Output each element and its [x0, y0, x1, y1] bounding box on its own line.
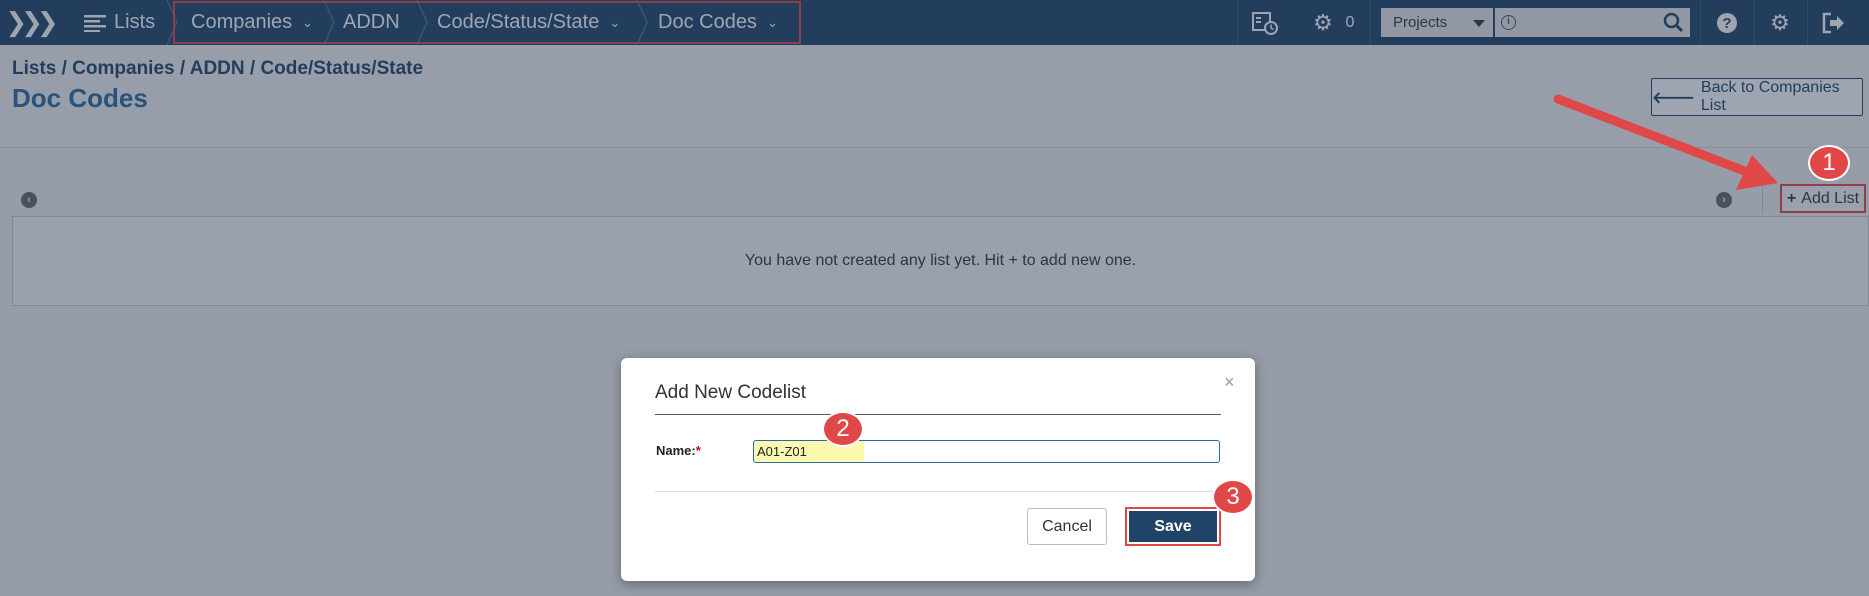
annotation-step-3: 3	[1212, 479, 1254, 515]
save-button-label: Save	[1129, 511, 1217, 542]
annotation-arrow-icon	[1553, 94, 1778, 190]
required-mark: *	[695, 443, 701, 458]
modal-footer-divider	[655, 491, 1221, 492]
save-button[interactable]: Save	[1125, 507, 1221, 546]
modal-title-divider	[655, 414, 1221, 415]
name-field-label: Name:*	[656, 443, 701, 458]
name-label-text: Name:	[656, 443, 696, 458]
add-codelist-modal: Add New Codelist × Name:* Cancel Save	[621, 358, 1255, 581]
modal-title: Add New Codelist	[655, 382, 807, 403]
annotation-step-1: 1	[1808, 145, 1850, 181]
close-icon[interactable]: ×	[1224, 372, 1235, 393]
name-field[interactable]	[753, 440, 1220, 463]
cancel-button[interactable]: Cancel	[1027, 508, 1107, 545]
annotation-step-2: 2	[822, 411, 864, 447]
